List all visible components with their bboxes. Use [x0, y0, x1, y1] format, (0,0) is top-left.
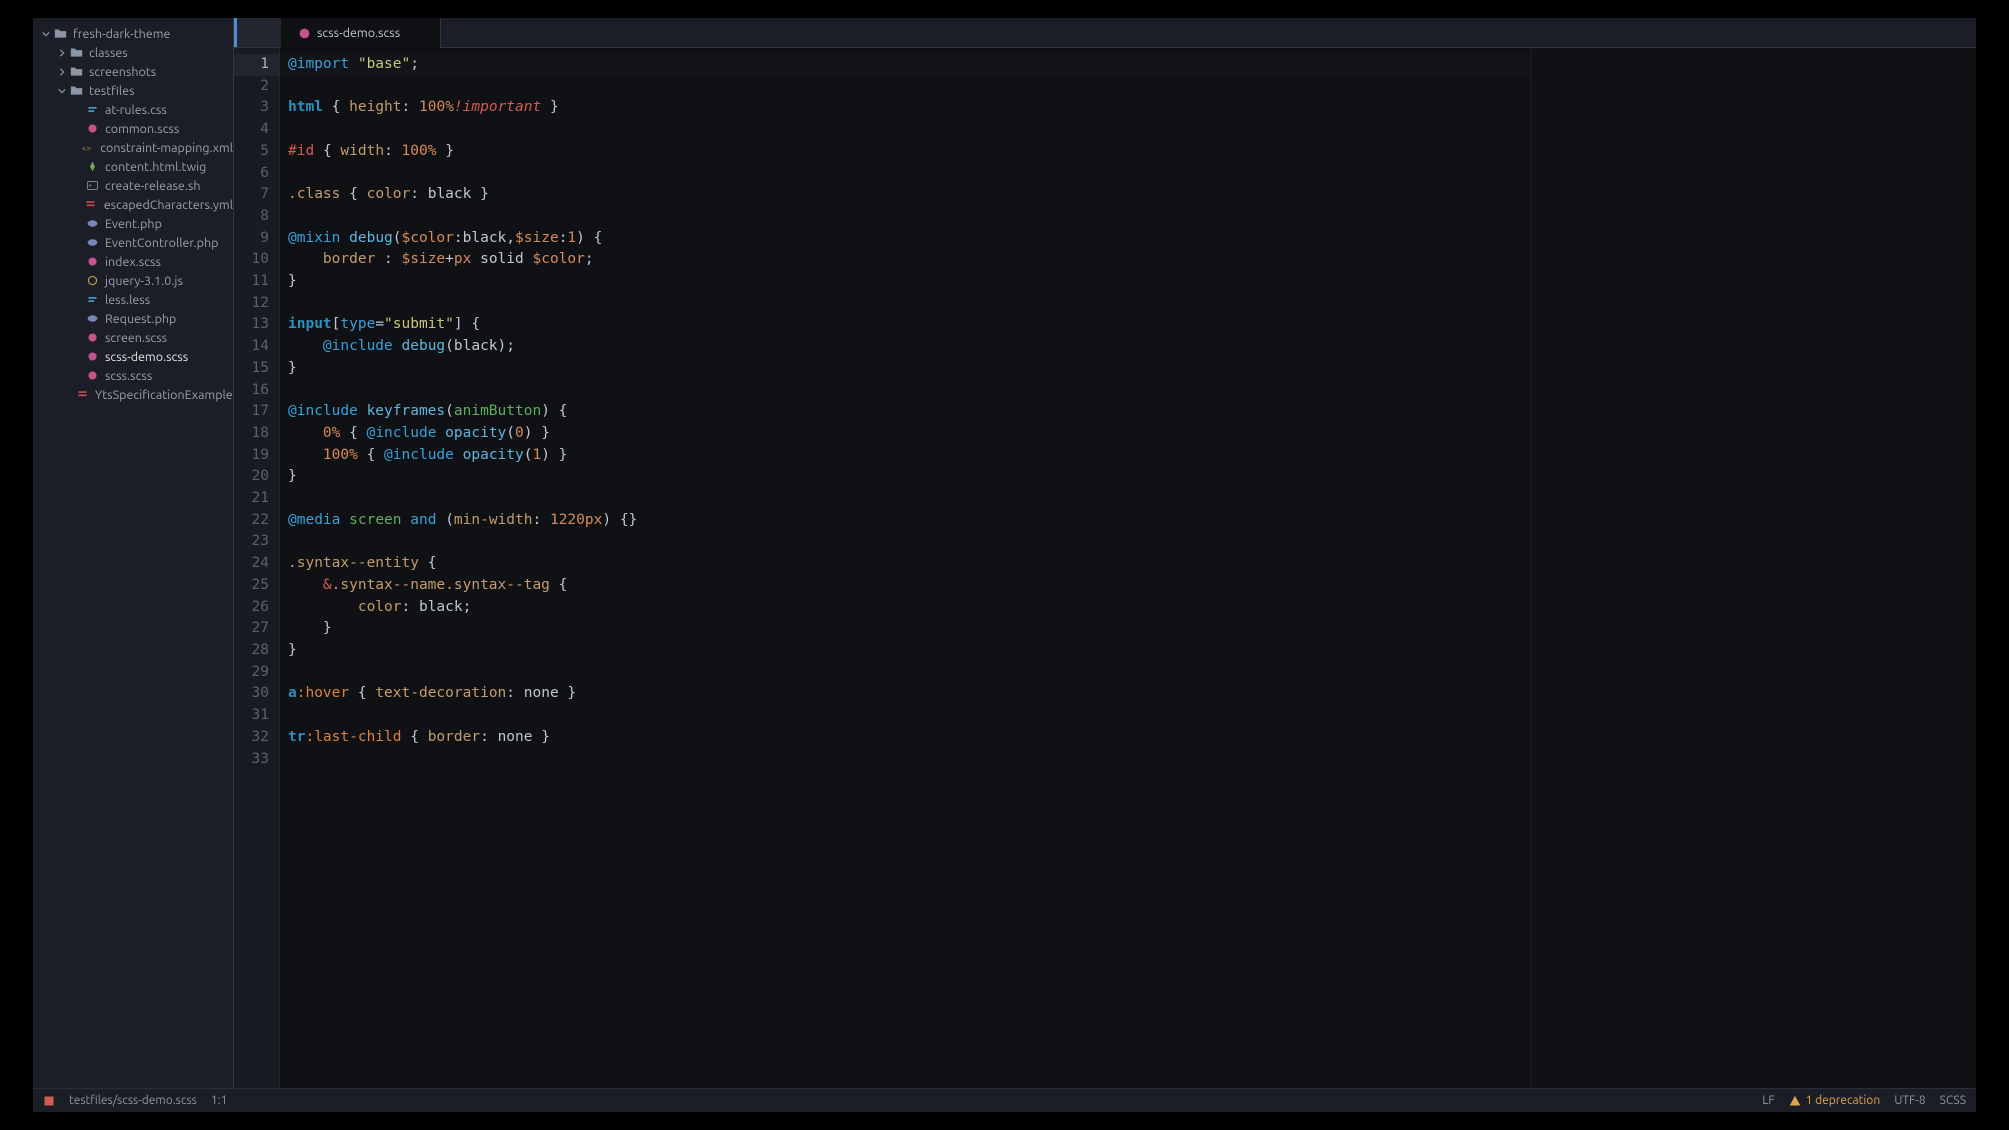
folder-icon: [69, 84, 83, 98]
tree-root-label: fresh-dark-theme: [73, 27, 170, 41]
status-file-icon[interactable]: [43, 1095, 55, 1107]
tree-file-label: content.html.twig: [105, 160, 206, 174]
tree-file[interactable]: create-release.sh: [33, 176, 233, 195]
tree-file-label: scss-demo.scss: [105, 350, 188, 364]
php-file-icon: [85, 312, 99, 326]
scss-file-icon: [297, 26, 311, 40]
tree-root[interactable]: fresh-dark-theme: [33, 24, 233, 43]
css-file-icon: [85, 103, 99, 117]
tree-file[interactable]: escapedCharacters.yml: [33, 195, 233, 214]
warning-icon: [1789, 1095, 1801, 1107]
tree-file-label: screen.scss: [105, 331, 167, 345]
tab-bar: scss-demo.scss: [234, 18, 1976, 48]
tree-file-label: EventController.php: [105, 236, 218, 250]
yml-file-icon: [84, 198, 98, 212]
php-file-icon: [85, 217, 99, 231]
tree-file-label: create-release.sh: [105, 179, 200, 193]
tree-file[interactable]: content.html.twig: [33, 157, 233, 176]
line-number-gutter[interactable]: 1234567891011121314151617181920212223242…: [234, 48, 280, 1088]
scss-file-icon: [85, 255, 99, 269]
editor-body: 1234567891011121314151617181920212223242…: [234, 48, 1976, 1088]
status-cursor[interactable]: 1:1: [211, 1094, 228, 1107]
tree-file[interactable]: screen.scss: [33, 328, 233, 347]
tab-bar-rest: [441, 18, 1976, 48]
php-file-icon: [85, 236, 99, 250]
twig-file-icon: [85, 160, 99, 174]
tree-file-label: common.scss: [105, 122, 179, 136]
minimap[interactable]: [1531, 48, 1976, 1088]
tree-file[interactable]: Request.php: [33, 309, 233, 328]
tree-file-label: Event.php: [105, 217, 162, 231]
scss-file-icon: [85, 122, 99, 136]
folder-icon: [69, 46, 83, 60]
tree-file[interactable]: index.scss: [33, 252, 233, 271]
js-file-icon: [85, 274, 99, 288]
scss-file-icon: [85, 350, 99, 364]
file-tree[interactable]: fresh-dark-theme classes screenshots testf…: [33, 18, 233, 1088]
yml-file-icon: [75, 388, 89, 402]
main-area: fresh-dark-theme classes screenshots testf…: [33, 18, 1976, 1088]
status-bar: testfiles/scss-demo.scss 1:1 LF 1 deprec…: [33, 1088, 1976, 1112]
tree-file[interactable]: less.less: [33, 290, 233, 309]
tree-folder[interactable]: classes: [33, 43, 233, 62]
xml-file-icon: <>: [80, 141, 94, 155]
tree-file-label: index.scss: [105, 255, 161, 269]
chevron-down-icon: [41, 29, 51, 39]
svg-text:<>: <>: [82, 143, 92, 153]
tree-file-label: scss.scss: [105, 369, 152, 383]
tab-gutter-spacer: [234, 18, 281, 48]
folder-icon: [69, 65, 83, 79]
tree-folder-label: testfiles: [89, 84, 135, 98]
tree-file[interactable]: scss-demo.scss: [33, 347, 233, 366]
tree-file[interactable]: jquery-3.1.0.js: [33, 271, 233, 290]
less-file-icon: [85, 293, 99, 307]
tree-file[interactable]: Event.php: [33, 214, 233, 233]
folder-icon: [53, 27, 67, 41]
tab-active[interactable]: scss-demo.scss: [281, 18, 441, 48]
status-deprecation[interactable]: 1 deprecation: [1789, 1094, 1881, 1107]
chevron-down-icon: [57, 86, 67, 96]
tree-file-label: constraint-mapping.xml: [100, 141, 233, 155]
tree-folder[interactable]: screenshots: [33, 62, 233, 81]
status-eol[interactable]: LF: [1762, 1094, 1774, 1107]
tree-file[interactable]: common.scss: [33, 119, 233, 138]
tree-folder-label: classes: [89, 46, 128, 60]
sh-file-icon: [85, 179, 99, 193]
tree-file-label: jquery-3.1.0.js: [105, 274, 183, 288]
tree-file-label: YtsSpecificationExamples.yml: [95, 388, 233, 402]
scss-file-icon: [85, 369, 99, 383]
status-path[interactable]: testfiles/scss-demo.scss: [69, 1094, 197, 1107]
tab-filename: scss-demo.scss: [317, 26, 400, 40]
status-encoding[interactable]: UTF-8: [1894, 1094, 1925, 1107]
tree-file-label: Request.php: [105, 312, 176, 326]
tree-file[interactable]: EventController.php: [33, 233, 233, 252]
tree-file[interactable]: at-rules.css: [33, 100, 233, 119]
tree-file-label: at-rules.css: [105, 103, 167, 117]
tree-file-label: escapedCharacters.yml: [104, 198, 233, 212]
workspace: fresh-dark-theme classes screenshots testf…: [33, 18, 1976, 1112]
tree-folder-label: screenshots: [89, 65, 156, 79]
tree-folder[interactable]: testfiles: [33, 81, 233, 100]
tree-file-label: less.less: [105, 293, 150, 307]
scss-file-icon: [85, 331, 99, 345]
tree-file[interactable]: <> constraint-mapping.xml: [33, 138, 233, 157]
editor-area: scss-demo.scss 1234567891011121314151617…: [233, 18, 1976, 1088]
status-language[interactable]: SCSS: [1940, 1094, 1966, 1107]
chevron-right-icon: [57, 48, 67, 58]
chevron-right-icon: [57, 67, 67, 77]
code-area[interactable]: @import "base"; html { height: 100%!impo…: [280, 48, 1531, 1088]
tree-file[interactable]: scss.scss: [33, 366, 233, 385]
tree-file[interactable]: YtsSpecificationExamples.yml: [33, 385, 233, 404]
